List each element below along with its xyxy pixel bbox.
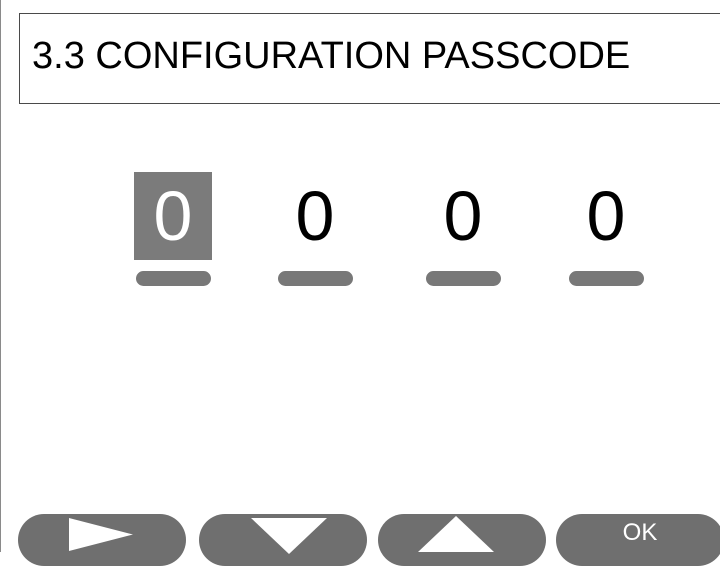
passcode-digit-3-underline (426, 271, 501, 286)
passcode-digit-1-value: 0 (134, 172, 212, 260)
passcode-digit-4-value: 0 (586, 177, 626, 255)
passcode-entry: 0 0 0 0 (0, 0, 720, 552)
passcode-digit-1-underline (136, 271, 211, 286)
passcode-digit-3[interactable]: 0 (424, 172, 502, 287)
down-triangle-icon (251, 518, 327, 554)
down-button[interactable] (199, 514, 367, 566)
passcode-digit-2[interactable]: 0 (276, 172, 354, 287)
up-button[interactable] (378, 514, 546, 566)
up-triangle-icon (418, 516, 494, 552)
passcode-digit-2-value: 0 (295, 177, 335, 255)
next-button[interactable] (18, 514, 186, 566)
passcode-digit-3-value: 0 (443, 177, 483, 255)
ok-button-label: OK (622, 519, 658, 546)
ok-button[interactable]: OK (556, 514, 720, 566)
passcode-digit-2-underline (278, 271, 353, 286)
passcode-digit-1[interactable]: 0 (134, 172, 212, 287)
passcode-digit-4[interactable]: 0 (567, 172, 645, 287)
right-triangle-icon (69, 518, 133, 551)
passcode-digit-4-underline (569, 271, 644, 286)
